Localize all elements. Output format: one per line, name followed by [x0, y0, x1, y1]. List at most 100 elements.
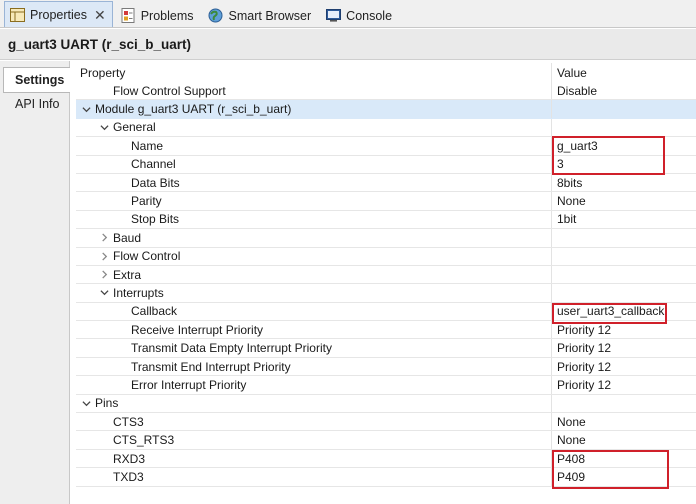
table-row[interactable]: RXD3 P408	[76, 449, 696, 469]
property-value[interactable]: user_uart3_callback	[552, 303, 696, 320]
property-cell: Stop Bits	[76, 210, 552, 229]
property-label: Flow Control	[113, 249, 181, 264]
value-text: Priority 12	[557, 341, 612, 356]
chevron-down-icon[interactable]	[98, 288, 110, 297]
property-value[interactable]	[552, 284, 696, 301]
property-value[interactable]: P409	[552, 468, 696, 485]
property-value[interactable]: Priority 12	[552, 339, 696, 356]
tab-label: Console	[346, 8, 393, 23]
property-value[interactable]: 3	[552, 156, 696, 173]
property-label: Receive Interrupt Priority	[131, 322, 264, 337]
table-row[interactable]: Parity None	[76, 192, 696, 211]
property-value[interactable]	[552, 100, 696, 117]
property-cell: Name	[76, 137, 552, 155]
property-value[interactable]	[552, 266, 696, 283]
tab-smart-browser[interactable]: Smart Browser	[203, 3, 319, 27]
value-text: Priority 12	[557, 377, 612, 392]
property-value[interactable]	[552, 395, 696, 412]
table-row[interactable]: Transmit End Interrupt Priority Priority …	[76, 357, 696, 377]
tab-properties[interactable]: Properties ✕	[4, 1, 113, 27]
property-value[interactable]: Disable	[552, 82, 696, 99]
table-row[interactable]: Flow Control	[76, 247, 696, 266]
property-label: Parity	[131, 194, 162, 209]
table-row[interactable]: Name g_uart3	[76, 137, 696, 156]
table-row[interactable]: Receive Interrupt Priority Priority 12	[76, 321, 696, 340]
property-value[interactable]: None	[552, 192, 696, 209]
property-value[interactable]	[552, 248, 696, 265]
table-row[interactable]: Interrupts	[76, 284, 696, 303]
property-cell: Extra	[76, 265, 552, 284]
property-cell: Transmit Data Empty Interrupt Priority	[76, 339, 552, 357]
table-row[interactable]: Callback user_uart3_callback	[76, 302, 696, 322]
property-cell: Pins	[76, 394, 552, 413]
properties-title: g_uart3 UART (r_sci_b_uart)	[0, 29, 696, 60]
property-cell: Transmit End Interrupt Priority	[76, 357, 552, 376]
property-label: RXD3	[113, 451, 146, 466]
chevron-down-icon[interactable]	[98, 123, 110, 132]
property-value[interactable]: None	[552, 413, 696, 430]
table-row[interactable]: Extra	[76, 265, 696, 285]
value-text: None	[557, 433, 586, 448]
side-tab-api-info[interactable]: API Info	[3, 93, 69, 115]
table-row[interactable]: CTS_RTS3 None	[76, 431, 696, 450]
chevron-right-icon[interactable]	[98, 252, 110, 261]
property-label: Extra	[113, 267, 142, 282]
property-value[interactable]	[552, 119, 696, 136]
column-header-value[interactable]: Value	[552, 63, 696, 82]
property-label: CTS_RTS3	[113, 433, 175, 448]
table-row[interactable]: Error Interrupt Priority Priority 12	[76, 376, 696, 395]
property-value[interactable]: 1bit	[552, 211, 696, 228]
property-label: Channel	[131, 157, 176, 172]
tab-problems[interactable]: Problems	[115, 3, 201, 27]
close-icon[interactable]: ✕	[94, 8, 106, 22]
value-text: None	[557, 194, 586, 209]
table-row[interactable]: Pins	[76, 394, 696, 414]
property-value[interactable]: g_uart3	[552, 137, 696, 154]
tab-label: Smart Browser	[228, 8, 312, 23]
side-tab-settings[interactable]: Settings	[3, 67, 70, 93]
value-text: 3	[557, 157, 564, 172]
table-row[interactable]: Data Bits 8bits	[76, 173, 696, 193]
table-row[interactable]: TXD3 P409	[76, 468, 696, 487]
table-row[interactable]: General	[76, 118, 696, 138]
table-header: Property Value	[76, 63, 696, 82]
property-cell: Data Bits	[76, 173, 552, 192]
property-value[interactable]: None	[552, 431, 696, 448]
tab-label: Properties	[30, 7, 87, 22]
column-header-property[interactable]: Property	[76, 63, 552, 82]
property-value[interactable]: 8bits	[552, 174, 696, 191]
side-tab-strip: Settings API Info	[0, 61, 70, 504]
value-text: g_uart3	[557, 138, 598, 153]
value-text: Priority 12	[557, 359, 612, 374]
table-row[interactable]: Stop Bits 1bit	[76, 210, 696, 230]
tab-console[interactable]: Console	[320, 3, 399, 27]
value-text: Disable	[557, 83, 598, 98]
property-label: Callback	[131, 304, 178, 319]
property-cell: Flow Control	[76, 247, 552, 265]
property-value[interactable]: Priority 12	[552, 376, 696, 393]
chevron-right-icon[interactable]	[98, 270, 110, 279]
table-row[interactable]: Transmit Data Empty Interrupt Priority Pr…	[76, 339, 696, 358]
property-value[interactable]: P408	[552, 450, 696, 467]
chevron-down-icon[interactable]	[80, 399, 92, 408]
table-body: Flow Control Support Disable Module g_uart…	[76, 82, 696, 487]
property-label: Transmit Data Empty Interrupt Priority	[131, 341, 332, 356]
chevron-down-icon[interactable]	[80, 105, 92, 114]
table-row[interactable]: Module g_uart3 UART (r_sci_b_uart)	[76, 100, 696, 119]
chevron-right-icon[interactable]	[98, 233, 110, 242]
property-value[interactable]	[552, 229, 696, 246]
table-row[interactable]: Channel 3	[76, 155, 696, 174]
table-row[interactable]: Baud	[76, 229, 696, 248]
property-label: Data Bits	[131, 175, 180, 190]
property-label: Baud	[113, 230, 142, 245]
property-cell: CTS_RTS3	[76, 431, 552, 449]
property-value[interactable]: Priority 12	[552, 358, 696, 375]
table-row[interactable]: Flow Control Support Disable	[76, 82, 696, 101]
property-value[interactable]: Priority 12	[552, 321, 696, 338]
property-label: Pins	[95, 396, 119, 411]
table-row[interactable]: CTS3 None	[76, 413, 696, 432]
property-cell: Channel	[76, 155, 552, 173]
property-cell: Parity	[76, 192, 552, 210]
value-text: 1bit	[557, 212, 577, 227]
property-cell: Interrupts	[76, 284, 552, 302]
